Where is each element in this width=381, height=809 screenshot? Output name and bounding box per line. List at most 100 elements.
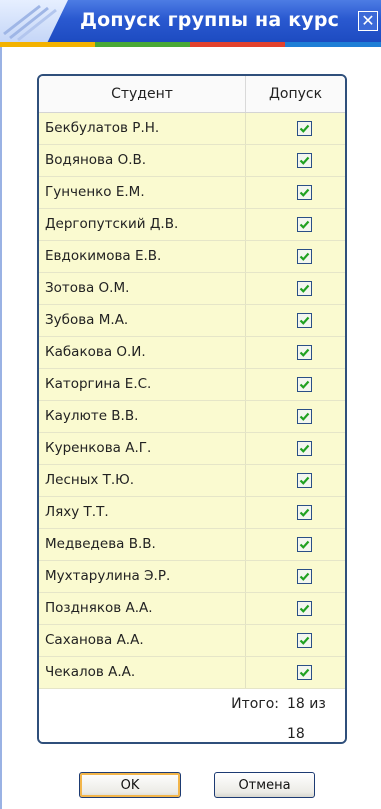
checkmark-icon bbox=[299, 348, 310, 357]
checkmark-icon bbox=[299, 476, 310, 485]
column-divider bbox=[245, 273, 246, 304]
column-divider bbox=[245, 497, 246, 528]
admission-checkbox[interactable] bbox=[297, 313, 312, 328]
table-row: Медведева В.В. bbox=[39, 529, 345, 561]
student-name: Саханова А.А. bbox=[45, 632, 144, 648]
close-button[interactable]: ✕ bbox=[358, 11, 378, 31]
checkmark-icon bbox=[299, 412, 310, 421]
student-name: Куренкова А.Г. bbox=[45, 440, 152, 456]
table-row: Зотова О.М. bbox=[39, 273, 345, 305]
admission-checkbox[interactable] bbox=[297, 377, 312, 392]
student-name: Кабакова О.И. bbox=[45, 344, 146, 360]
column-divider bbox=[245, 593, 246, 624]
student-name: Поздняков А.А. bbox=[45, 600, 153, 616]
table-row: Гунченко Е.М. bbox=[39, 177, 345, 209]
admission-checkbox[interactable] bbox=[297, 345, 312, 360]
column-divider bbox=[245, 337, 246, 368]
table-row: Зубова М.А. bbox=[39, 305, 345, 337]
column-header-student[interactable]: Студент bbox=[39, 76, 246, 112]
table-row: Лесных Т.Ю. bbox=[39, 465, 345, 497]
column-divider bbox=[245, 145, 246, 176]
student-name: Зубова М.А. bbox=[45, 312, 129, 328]
admission-checkbox[interactable] bbox=[297, 441, 312, 456]
admission-checkbox[interactable] bbox=[297, 665, 312, 680]
admission-checkbox[interactable] bbox=[297, 217, 312, 232]
table-footer: Итого: 18 из 18 bbox=[39, 689, 345, 742]
window-frame-edge bbox=[0, 47, 2, 809]
students-table: Студент Допуск Бекбулатов Р.Н. Водянова О… bbox=[37, 74, 347, 744]
cancel-button[interactable]: Отмена bbox=[214, 772, 315, 798]
checkmark-icon bbox=[299, 124, 310, 133]
student-name: Гунченко Е.М. bbox=[45, 184, 145, 200]
table-row: Каторгина Е.С. bbox=[39, 369, 345, 401]
student-name: Чекалов А.А. bbox=[45, 664, 136, 680]
checkmark-icon bbox=[299, 316, 310, 325]
table-row: Кабакова О.И. bbox=[39, 337, 345, 369]
checkmark-icon bbox=[299, 668, 310, 677]
student-name: Бекбулатов Р.Н. bbox=[45, 120, 160, 136]
checkmark-icon bbox=[299, 220, 310, 229]
checkmark-icon bbox=[299, 444, 310, 453]
total-value: 18 из 18 bbox=[287, 696, 326, 742]
student-name: Каулюте В.В. bbox=[45, 408, 139, 424]
admission-checkbox[interactable] bbox=[297, 281, 312, 296]
ok-button[interactable]: OK bbox=[79, 772, 181, 798]
checkmark-icon bbox=[299, 252, 310, 261]
admission-checkbox[interactable] bbox=[297, 633, 312, 648]
checkmark-icon bbox=[299, 188, 310, 197]
admission-checkbox[interactable] bbox=[297, 409, 312, 424]
window-logo-icon bbox=[0, 0, 68, 42]
column-divider bbox=[245, 561, 246, 592]
column-header-admission[interactable]: Допуск bbox=[246, 76, 345, 112]
admission-checkbox[interactable] bbox=[297, 569, 312, 584]
admission-checkbox[interactable] bbox=[297, 153, 312, 168]
table-row: Мухтарулина Э.Р. bbox=[39, 561, 345, 593]
admission-checkbox[interactable] bbox=[297, 185, 312, 200]
table-row: Каулюте В.В. bbox=[39, 401, 345, 433]
column-divider bbox=[245, 369, 246, 400]
column-divider bbox=[245, 305, 246, 336]
table-row: Евдокимова Е.В. bbox=[39, 241, 345, 273]
total-label: Итого: bbox=[231, 696, 279, 712]
column-divider bbox=[245, 529, 246, 560]
column-divider bbox=[245, 625, 246, 656]
checkmark-icon bbox=[299, 572, 310, 581]
checkmark-icon bbox=[299, 284, 310, 293]
checkmark-icon bbox=[299, 380, 310, 389]
title-accent-strip bbox=[0, 42, 381, 47]
table-row: Куренкова А.Г. bbox=[39, 433, 345, 465]
student-name: Водянова О.В. bbox=[45, 152, 147, 168]
student-name: Мухтарулина Э.Р. bbox=[45, 568, 171, 584]
student-name: Лесных Т.Ю. bbox=[45, 472, 135, 488]
admission-checkbox[interactable] bbox=[297, 601, 312, 616]
table-row: Поздняков А.А. bbox=[39, 593, 345, 625]
column-divider bbox=[245, 241, 246, 272]
table-row: Ляху Т.Т. bbox=[39, 497, 345, 529]
title-bar: Допуск группы на курс ✕ bbox=[0, 0, 381, 42]
checkmark-icon bbox=[299, 540, 310, 549]
admission-checkbox[interactable] bbox=[297, 121, 312, 136]
checkmark-icon bbox=[299, 604, 310, 613]
column-divider bbox=[245, 465, 246, 496]
admission-checkbox[interactable] bbox=[297, 537, 312, 552]
student-name: Евдокимова Е.В. bbox=[45, 248, 162, 264]
student-name: Ляху Т.Т. bbox=[45, 504, 109, 520]
table-body: Бекбулатов Р.Н. Водянова О.В. Гунченко Е.М… bbox=[39, 113, 345, 689]
checkmark-icon bbox=[299, 636, 310, 645]
column-divider bbox=[245, 113, 246, 144]
table-row: Бекбулатов Р.Н. bbox=[39, 113, 345, 145]
table-row: Чекалов А.А. bbox=[39, 657, 345, 689]
student-name: Медведева В.В. bbox=[45, 536, 156, 552]
close-icon: ✕ bbox=[361, 11, 375, 30]
admission-checkbox[interactable] bbox=[297, 473, 312, 488]
column-divider bbox=[245, 657, 246, 688]
admission-checkbox[interactable] bbox=[297, 249, 312, 264]
student-name: Каторгина Е.С. bbox=[45, 376, 152, 392]
table-row: Саханова А.А. bbox=[39, 625, 345, 657]
admission-checkbox[interactable] bbox=[297, 505, 312, 520]
table-header: Студент Допуск bbox=[39, 76, 345, 113]
checkmark-icon bbox=[299, 156, 310, 165]
table-row: Водянова О.В. bbox=[39, 145, 345, 177]
checkmark-icon bbox=[299, 508, 310, 517]
column-divider bbox=[245, 433, 246, 464]
